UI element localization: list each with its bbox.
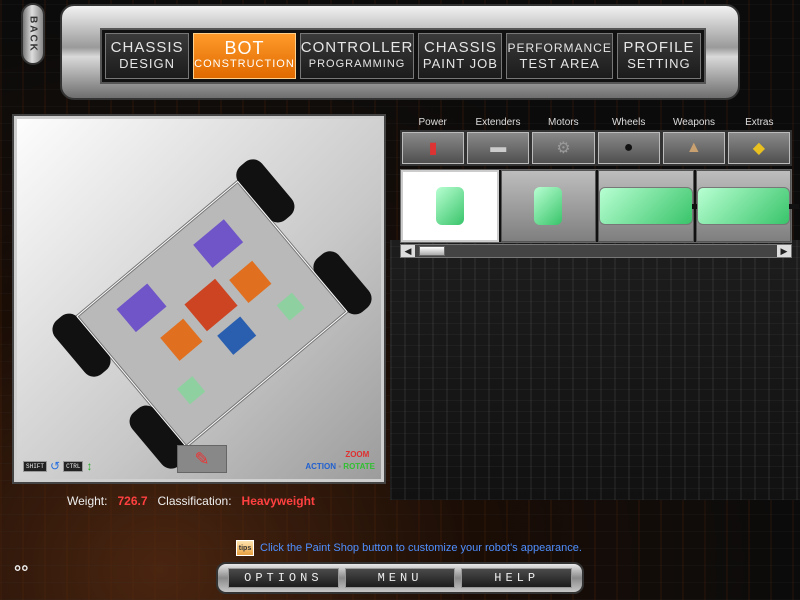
battery-part-icon (435, 187, 464, 225)
category-power-button[interactable]: ▮ (402, 132, 465, 164)
bottom-menu-bar: OPTIONS MENU HELP (216, 562, 584, 594)
category-label-wheels: Wheels (611, 117, 646, 128)
back-label: BACK (27, 15, 39, 53)
tab-line2: PAINT JOB (422, 56, 498, 71)
tab-line2: CONSTRUCTION (194, 58, 295, 70)
top-navigation: CHASSIS DESIGN BOT CONSTRUCTION CONTROLL… (100, 28, 706, 84)
category-label-weapons: Weapons (672, 117, 716, 128)
battery-part-icon (696, 187, 799, 225)
rotate-arrow-icon: ↺ (50, 459, 61, 473)
part-item[interactable] (500, 170, 596, 242)
tab-chassis-design[interactable]: CHASSIS DESIGN (105, 33, 190, 79)
tip-message: tips Click the Paint Shop button to cust… (236, 540, 582, 556)
vertical-move-icon: ↕ (86, 459, 93, 473)
robot-stats: Weight: 726.7 Classification: Heavyweigh… (67, 494, 315, 508)
weight-label: Weight: (67, 494, 108, 508)
tab-line1: CONTROLLER (300, 39, 414, 56)
ctrl-key: CTRL (63, 460, 84, 472)
tab-line1: PERFORMANCE (507, 41, 612, 55)
top-navigation-frame: CHASSIS DESIGN BOT CONSTRUCTION CONTROLL… (60, 4, 740, 100)
category-label-extenders: Extenders (475, 117, 521, 128)
part-item[interactable] (401, 170, 499, 242)
tab-line2: DESIGN (119, 56, 175, 71)
help-button[interactable]: HELP (461, 568, 573, 588)
tab-profile-setting[interactable]: PROFILE SETTING (616, 33, 701, 79)
options-button[interactable]: OPTIONS (228, 568, 339, 588)
battery-part-icon (534, 187, 563, 225)
app-window: BACK CHASSIS DESIGN BOT CONSTRUCTION CON… (0, 0, 800, 600)
battery-part-icon (599, 187, 701, 225)
classification-value: Heavyweight (241, 494, 315, 508)
camera-controls-hint: SHIFT ↺ CTRL ↕ (23, 459, 92, 473)
extras-icon: ◆ (752, 140, 766, 157)
part-category-bar: ▮ ▬ ⚙ ● ▲ ◆ (400, 130, 792, 166)
mouse-icon: ▪ (338, 462, 342, 471)
wheel-icon: ● (623, 139, 634, 156)
robot-3d-viewport[interactable]: ✎ SHIFT ↺ CTRL ↕ ZOOM ACTION ▪ ROTATE (12, 114, 386, 484)
tab-chassis-paint-job[interactable]: CHASSIS PAINT JOB (418, 33, 503, 79)
circuit-background (390, 240, 800, 500)
weapon-icon: ▲ (685, 139, 702, 156)
tips-icon: tips (236, 540, 254, 556)
rotate-label: ROTATE (343, 462, 375, 471)
tab-line1: CHASSIS (110, 39, 184, 56)
parts-scrollbar[interactable]: ◀ ▶ (400, 244, 792, 258)
tab-line1: PROFILE (623, 39, 695, 56)
category-label-power: Power (418, 117, 447, 128)
tab-line1: CHASSIS (423, 39, 497, 56)
tab-performance-test-area[interactable]: PERFORMANCE TEST AREA (506, 33, 613, 79)
tip-text: Click the Paint Shop button to customize… (260, 542, 582, 554)
classification-label: Classification: (157, 494, 232, 508)
menu-button[interactable]: MENU (344, 568, 456, 588)
tab-controller-programming[interactable]: CONTROLLER PROGRAMMING (299, 33, 415, 79)
category-label-extras: Extras (745, 117, 774, 128)
extender-icon: ▬ (490, 139, 507, 156)
scroll-left-button[interactable]: ◀ (401, 245, 415, 257)
category-extras-button[interactable]: ◆ (727, 132, 791, 164)
action-label: ACTION (305, 462, 336, 471)
paint-brush-icon: ✎ (194, 448, 210, 469)
category-extenders-button[interactable]: ▬ (467, 132, 530, 164)
scroll-right-button[interactable]: ▶ (777, 245, 791, 257)
part-item[interactable] (598, 170, 701, 242)
category-label-motors: Motors (548, 117, 579, 128)
weight-value: 726.7 (117, 494, 148, 508)
arrow-left-icon: ◀ (404, 245, 412, 256)
mouse-mode-legend: ZOOM ACTION ▪ ROTATE (305, 450, 375, 471)
zoom-label: ZOOM (345, 450, 370, 459)
game-logo: °° (14, 562, 29, 582)
tab-line2: PROGRAMMING (308, 58, 406, 70)
tab-line2: SETTING (627, 56, 691, 71)
robot-model[interactable] (47, 149, 377, 479)
scroll-track[interactable] (415, 245, 777, 257)
tab-line2: TEST AREA (519, 56, 600, 71)
category-weapons-button[interactable]: ▲ (662, 132, 725, 164)
scroll-thumb[interactable] (419, 246, 445, 256)
back-button[interactable]: BACK (21, 3, 45, 65)
shift-key: SHIFT (23, 460, 48, 472)
arrow-right-icon: ▶ (780, 245, 788, 256)
part-category-labels: Power Extenders Motors Wheels Weapons Ex… (400, 117, 792, 128)
battery-icon: ▮ (428, 140, 438, 157)
part-item[interactable] (695, 170, 799, 242)
tab-bot-construction[interactable]: BOT CONSTRUCTION (193, 33, 296, 79)
category-motors-button[interactable]: ⚙ (532, 132, 595, 164)
motor-icon: ⚙ (556, 140, 571, 157)
parts-list (400, 169, 799, 243)
tab-line1: BOT (224, 38, 265, 58)
category-wheels-button[interactable]: ● (597, 132, 660, 164)
paint-shop-button[interactable]: ✎ (177, 445, 227, 473)
